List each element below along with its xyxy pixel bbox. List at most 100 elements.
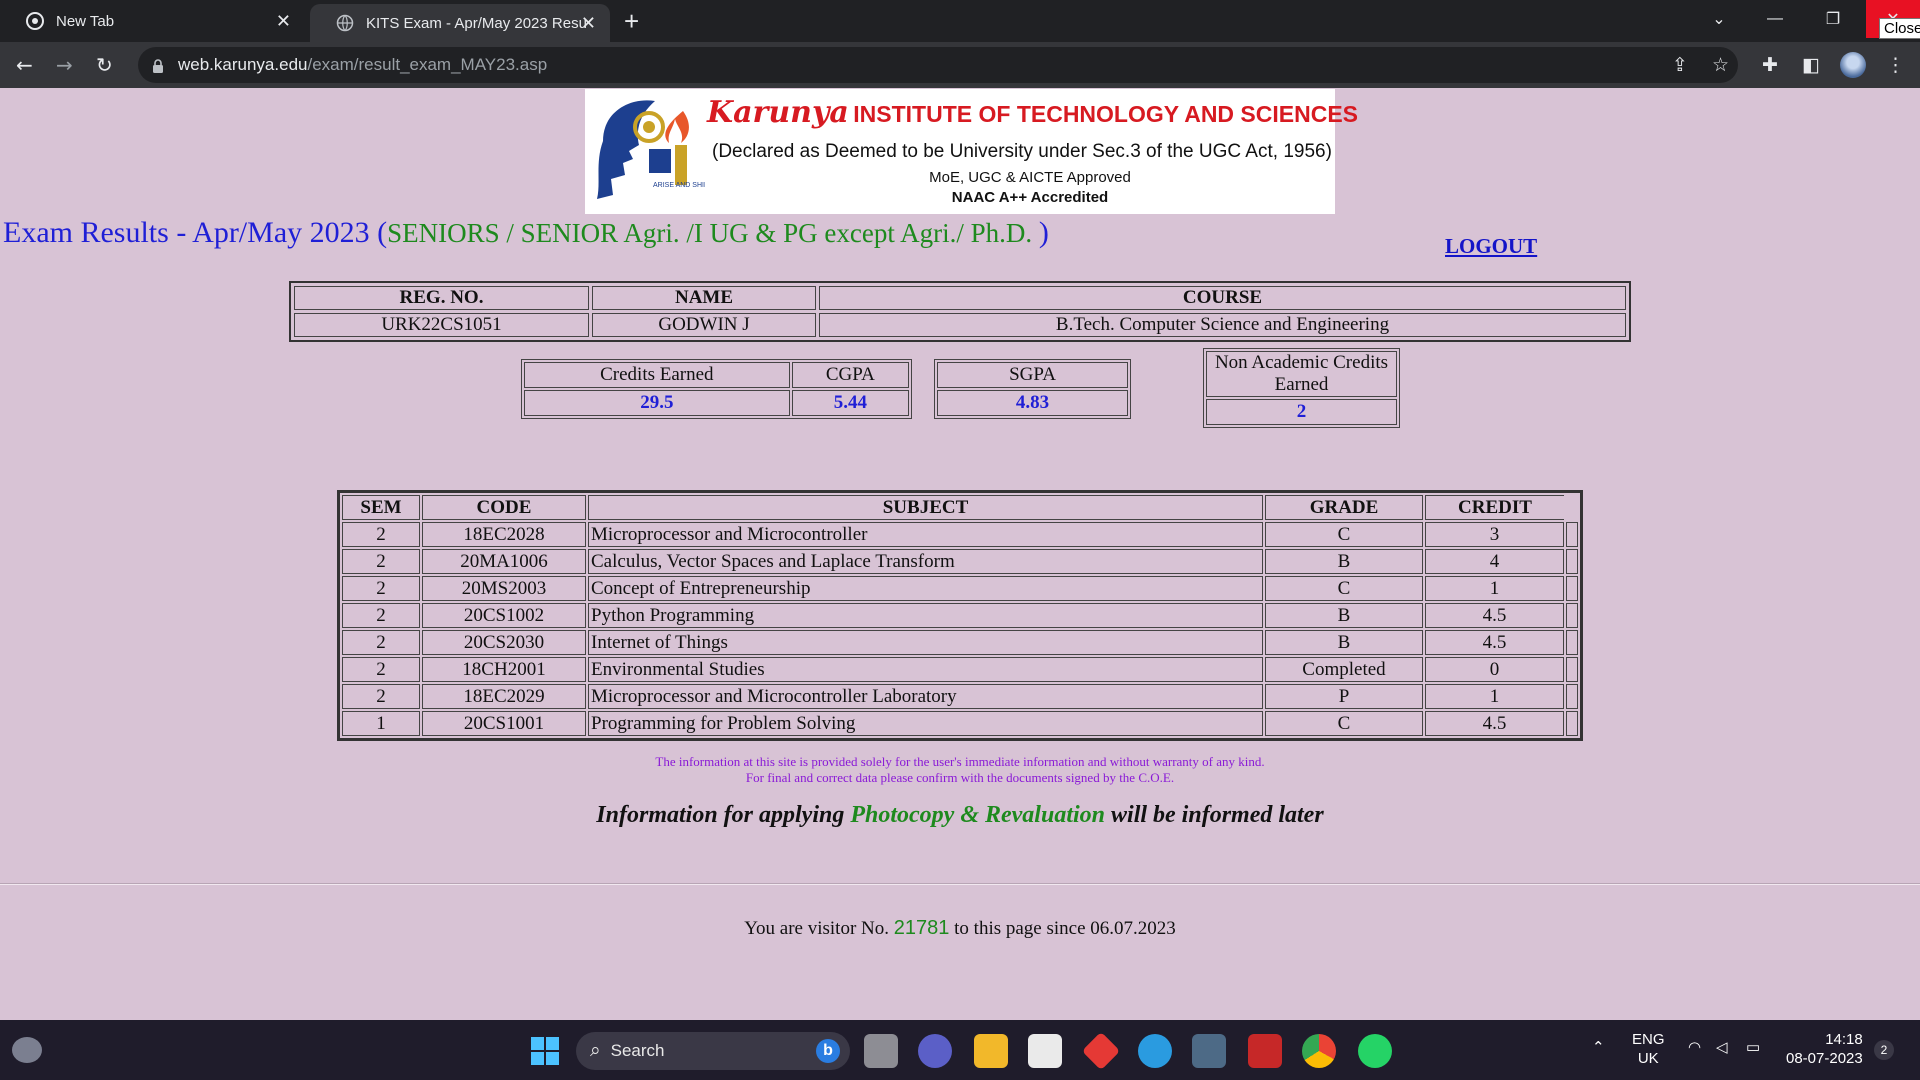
bookmark-star-icon[interactable]: ☆ bbox=[1712, 54, 1729, 76]
info-highlight: Photocopy & Revaluation bbox=[850, 802, 1106, 828]
visitor-post: to this page since 06.07.2023 bbox=[949, 918, 1176, 939]
code-cell: 20CS2030 bbox=[422, 630, 586, 655]
header-subject: SUBJECT bbox=[588, 495, 1263, 520]
share-icon[interactable]: ⇪ bbox=[1672, 54, 1688, 76]
code-cell: 18EC2029 bbox=[422, 684, 586, 709]
keyboard-layout: UK bbox=[1637, 1050, 1659, 1067]
tab-kits-exam[interactable]: KITS Exam - Apr/May 2023 Result ✕ bbox=[310, 4, 610, 42]
file-explorer-icon[interactable] bbox=[974, 1034, 1008, 1068]
tab-search-chevron-icon[interactable]: ⌄ bbox=[1696, 0, 1742, 38]
back-arrow-icon[interactable]: ← bbox=[16, 53, 33, 77]
nac-label-line-1: Non Academic Credits bbox=[1214, 352, 1389, 373]
sem-cell: 2 bbox=[342, 657, 420, 682]
results-header-row: SEM CODE SUBJECT GRADE CREDIT bbox=[342, 495, 1578, 520]
teams-chat-icon[interactable] bbox=[918, 1034, 952, 1068]
accreditation-line: NAAC A++ Accredited bbox=[951, 189, 1109, 206]
profile-avatar[interactable] bbox=[1840, 52, 1866, 78]
credits-earned-value: 29.5 bbox=[524, 390, 790, 416]
subject-cell: Environmental Studies bbox=[588, 657, 1263, 682]
clock[interactable]: 14:18 08-07-2023 bbox=[1786, 1030, 1863, 1068]
whatsapp-icon[interactable] bbox=[1358, 1034, 1392, 1068]
row-filler-cell bbox=[1566, 603, 1578, 628]
tab-close-icon[interactable]: ✕ bbox=[276, 11, 291, 32]
sem-cell: 1 bbox=[342, 711, 420, 736]
header-sem: SEM bbox=[342, 495, 420, 520]
tab-label: New Tab bbox=[56, 12, 115, 30]
institute-title: INSTITUTE OF TECHNOLOGY AND SCIENCES bbox=[853, 101, 1359, 127]
reload-icon[interactable]: ↻ bbox=[96, 53, 113, 77]
row-filler-cell bbox=[1566, 630, 1578, 655]
code-cell: 20MA1006 bbox=[422, 549, 586, 574]
tab-close-icon[interactable]: ✕ bbox=[581, 13, 596, 34]
browser-tab-bar: New Tab ✕ KITS Exam - Apr/May 2023 Resul… bbox=[0, 0, 1920, 42]
anydesk-icon[interactable] bbox=[1081, 1031, 1121, 1071]
nac-label-line-2: Earned bbox=[1274, 374, 1329, 395]
forward-arrow-icon[interactable]: → bbox=[56, 53, 73, 77]
table-row: 2 18EC2029 Microprocessor and Microcontrol… bbox=[342, 684, 1578, 709]
code-cell: 18EC2028 bbox=[422, 522, 586, 547]
globe-icon bbox=[336, 14, 354, 32]
minimize-icon[interactable]: — bbox=[1752, 0, 1798, 38]
header-grade: GRADE bbox=[1265, 495, 1423, 520]
browser-toolbar: ← → ↻ web.karunya.edu/exam/result_exam_M… bbox=[0, 42, 1920, 88]
mcafee-icon[interactable] bbox=[1248, 1034, 1282, 1068]
wifi-icon[interactable]: ◠ bbox=[1688, 1038, 1701, 1057]
credit-cell: 4 bbox=[1425, 549, 1564, 574]
logout-link[interactable]: LOGOUT bbox=[1445, 234, 1537, 259]
results-body: 2 18EC2028 Microprocessor and Microcontrol… bbox=[342, 522, 1578, 736]
chrome-taskbar-icon[interactable] bbox=[1302, 1034, 1336, 1068]
reg-no-value: URK22CS1051 bbox=[294, 313, 589, 337]
grade-cell: B bbox=[1265, 549, 1423, 574]
taskbar-search[interactable]: ⌕ Search b bbox=[576, 1032, 850, 1070]
task-view-icon[interactable] bbox=[864, 1034, 898, 1068]
page-content: ARISE AND SHINE Karunya INSTITUTE OF TEC… bbox=[0, 88, 1920, 1020]
volume-icon[interactable]: ◁ bbox=[1716, 1038, 1728, 1057]
new-tab-plus-icon[interactable]: + bbox=[624, 6, 639, 37]
info-post: will be informed later bbox=[1105, 802, 1324, 828]
subject-cell: Microprocessor and Microcontroller bbox=[588, 522, 1263, 547]
extensions-puzzle-icon[interactable]: ✚ bbox=[1762, 54, 1778, 76]
sem-cell: 2 bbox=[342, 549, 420, 574]
header-course: COURSE bbox=[819, 286, 1626, 310]
title-main: Exam Results - Apr/May 2023 ( bbox=[3, 216, 388, 249]
battery-icon[interactable]: ▭ bbox=[1746, 1038, 1760, 1057]
credits-earned-label: Credits Earned bbox=[524, 362, 790, 388]
sgpa-label: SGPA bbox=[937, 362, 1128, 388]
university-banner: ARISE AND SHINE Karunya INSTITUTE OF TEC… bbox=[585, 89, 1358, 214]
notification-badge[interactable]: 2 bbox=[1874, 1040, 1894, 1060]
restore-icon[interactable]: ❐ bbox=[1810, 0, 1856, 38]
weather-widget-icon[interactable] bbox=[12, 1037, 42, 1063]
header-filler bbox=[1566, 495, 1578, 520]
credit-cell: 4.5 bbox=[1425, 630, 1564, 655]
disclaimer: The information at this site is provided… bbox=[0, 754, 1920, 786]
credit-cell: 1 bbox=[1425, 576, 1564, 601]
disclaimer-line-2: For final and correct data please confir… bbox=[745, 770, 1175, 785]
page-title: Exam Results - Apr/May 2023 (SENIORS / S… bbox=[3, 216, 1049, 250]
chrome-icon bbox=[26, 12, 44, 30]
deemed-university-line: (Declared as Deemed to be University und… bbox=[712, 141, 1332, 162]
side-panel-icon[interactable]: ◧ bbox=[1802, 54, 1820, 76]
microsoft-store-icon[interactable] bbox=[1028, 1034, 1062, 1068]
windows-start-icon[interactable] bbox=[528, 1034, 562, 1068]
help-app-icon[interactable] bbox=[1138, 1034, 1172, 1068]
table-row: 2 20CS2030 Internet of Things B 4.5 bbox=[342, 630, 1578, 655]
subject-cell: Microprocessor and Microcontroller Labor… bbox=[588, 684, 1263, 709]
revaluation-info: Information for applying Photocopy & Rev… bbox=[0, 802, 1920, 829]
close-tooltip: Close bbox=[1879, 18, 1920, 39]
terminal-app-icon[interactable] bbox=[1192, 1034, 1226, 1068]
search-label: Search bbox=[610, 1041, 665, 1060]
row-filler-cell bbox=[1566, 576, 1578, 601]
address-bar[interactable]: web.karunya.edu/exam/result_exam_MAY23.a… bbox=[138, 47, 1738, 83]
row-filler-cell bbox=[1566, 522, 1578, 547]
tray-overflow-chevron-icon[interactable]: ⌃ bbox=[1592, 1038, 1605, 1057]
approval-line: MoE, UGC & AICTE Approved bbox=[929, 169, 1131, 186]
menu-kebab-icon[interactable]: ⋮ bbox=[1886, 54, 1905, 76]
header-name: NAME bbox=[592, 286, 816, 310]
institute-name: Karunya INSTITUTE OF TECHNOLOGY AND SCIE… bbox=[707, 95, 1358, 130]
input-language[interactable]: ENG UK bbox=[1632, 1030, 1665, 1068]
code-cell: 18CH2001 bbox=[422, 657, 586, 682]
header-credit: CREDIT bbox=[1425, 495, 1564, 520]
disclaimer-line-1: The information at this site is provided… bbox=[655, 754, 1265, 769]
tab-new-tab[interactable]: New Tab ✕ bbox=[0, 0, 305, 42]
tab-label: KITS Exam - Apr/May 2023 Result bbox=[366, 14, 586, 32]
